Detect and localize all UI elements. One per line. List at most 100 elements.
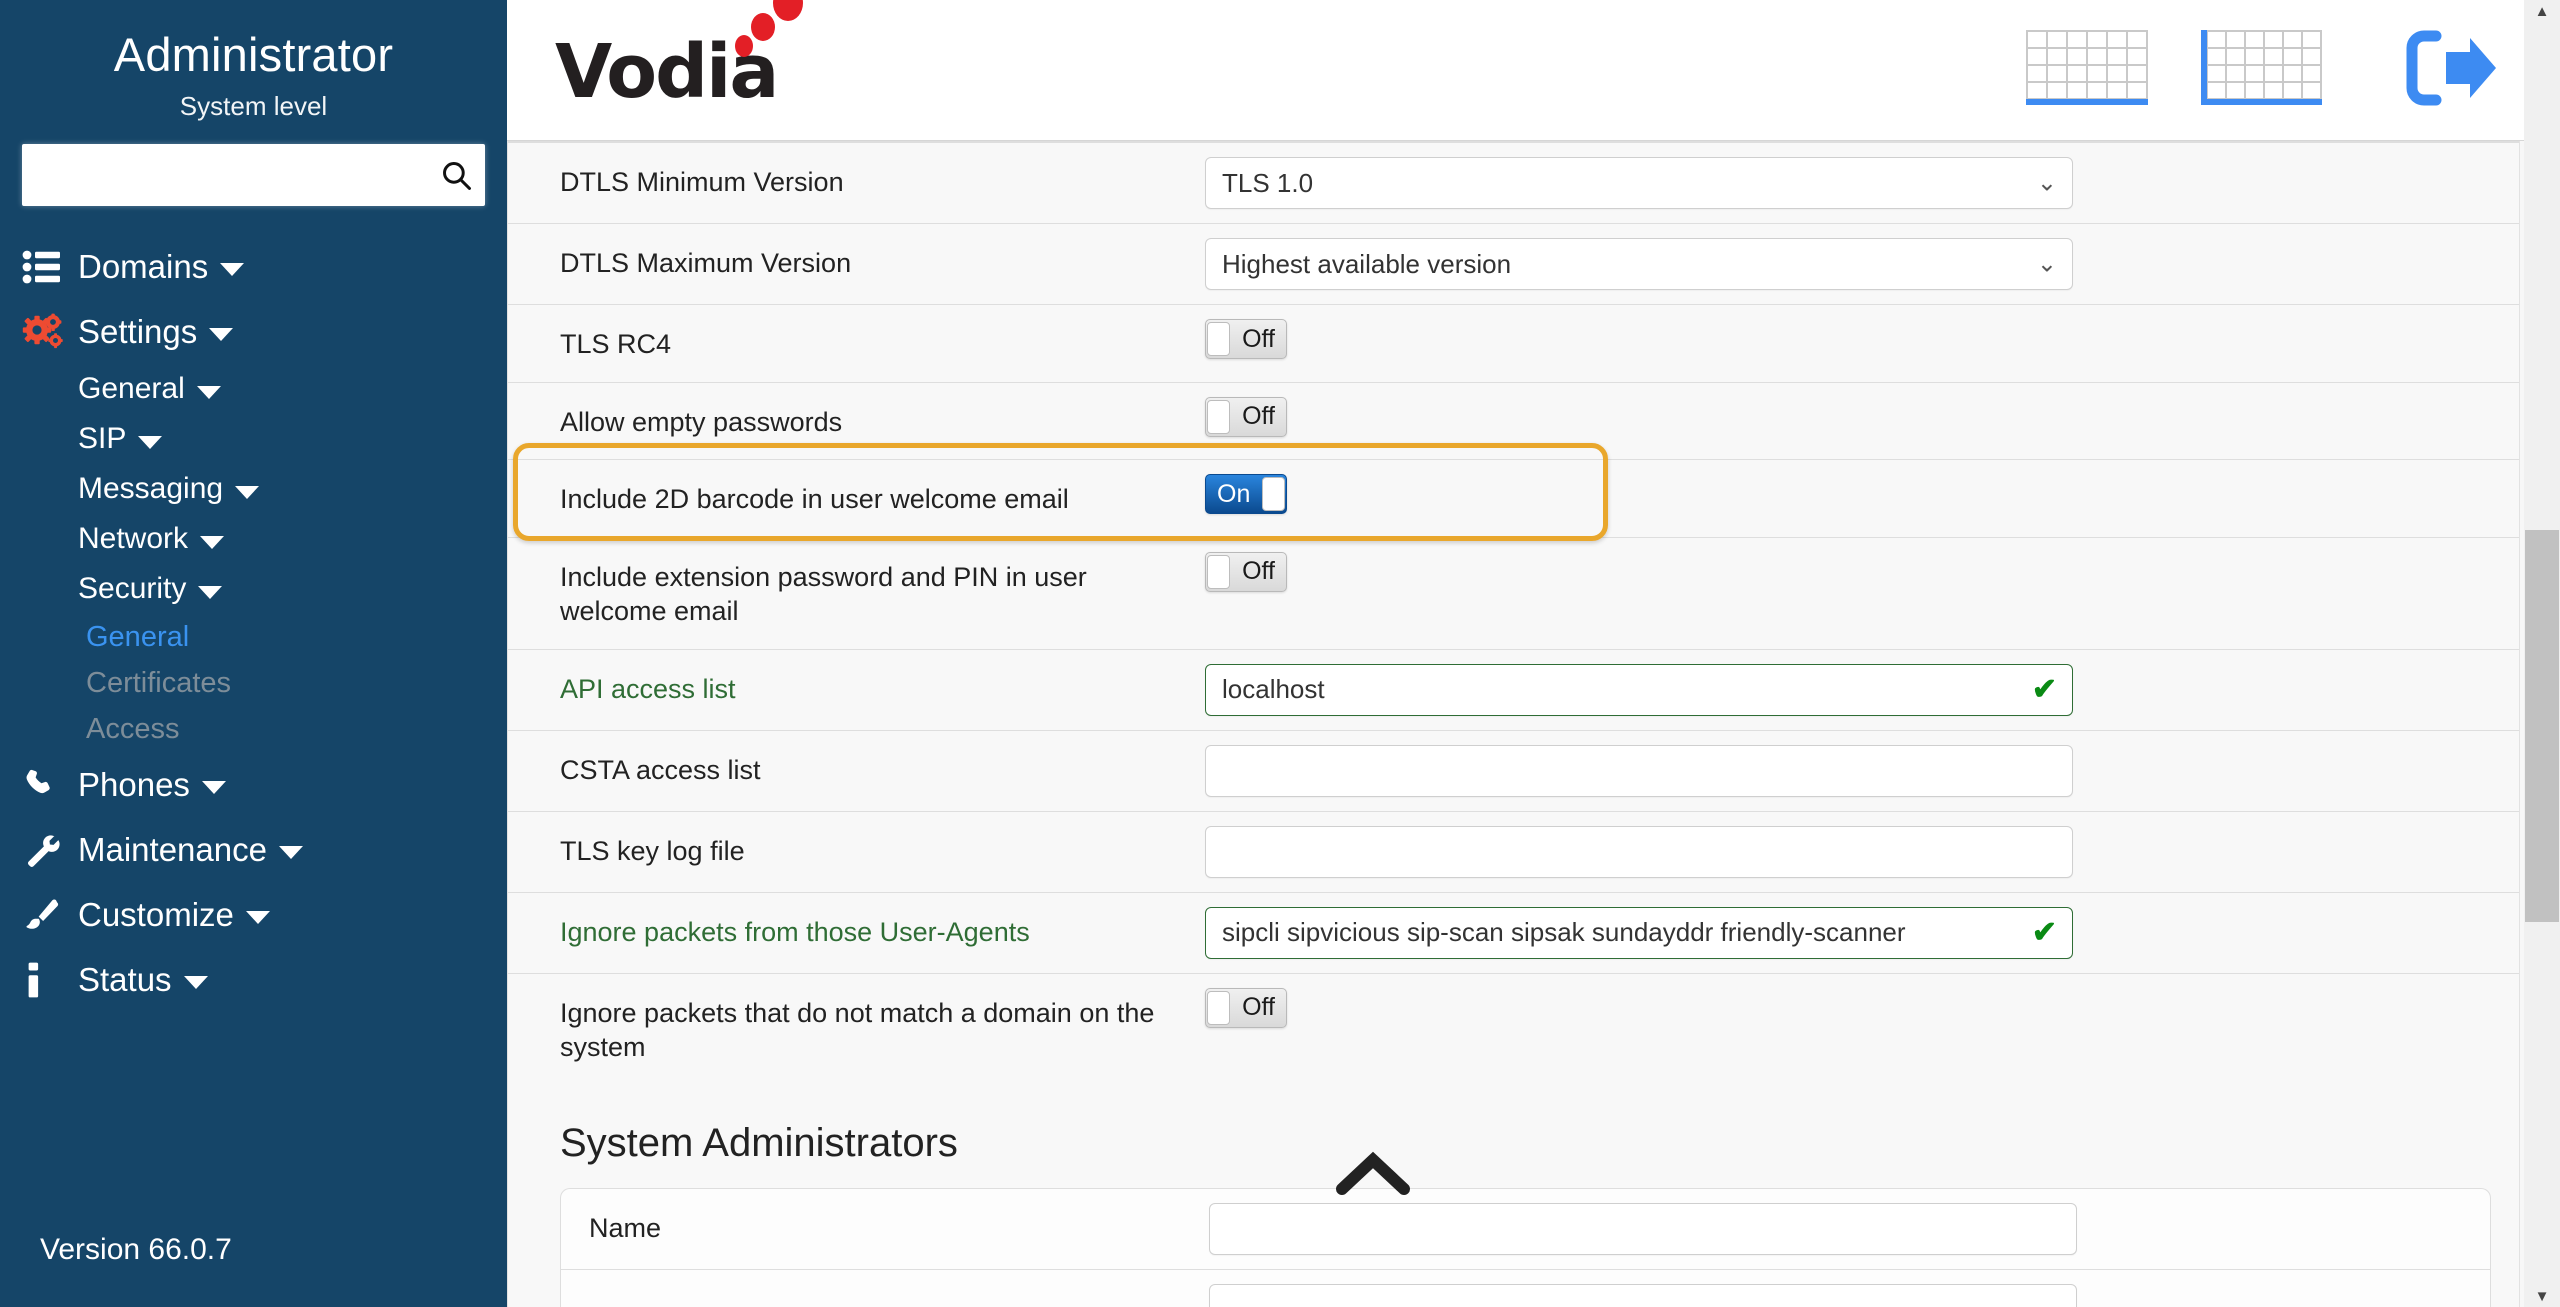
sidebar-title: Administrator <box>113 28 394 81</box>
include-2d-barcode-toggle[interactable]: On <box>1205 474 1287 515</box>
sidebar-item-messaging[interactable]: Messaging <box>0 464 507 514</box>
scrollbar-thumb[interactable] <box>2525 530 2559 922</box>
system-administrators-card: Name <box>560 1187 2491 1307</box>
table-grid-bottom-icon[interactable] <box>2026 29 2148 111</box>
row-label: Name <box>589 1212 662 1243</box>
row-label: DTLS Minimum Version <box>560 167 844 197</box>
chevron-down-icon <box>201 781 226 795</box>
sidebar-maintenance-label: Maintenance <box>78 830 267 868</box>
api-access-list-input[interactable] <box>1205 663 2073 716</box>
dtls-max-version-select-wrap[interactable]: Highest available version ⌄ <box>1205 238 2073 290</box>
table-row: CSTA access list <box>508 729 2519 811</box>
table-row: TLS RC4 Off <box>508 304 2519 382</box>
csta-access-list-wrap <box>1205 744 2073 797</box>
brush-icon <box>22 896 78 934</box>
section-title-system-administrators: System Administrators <box>560 1120 958 1165</box>
sidebar-sub-label: Network <box>78 522 225 556</box>
topbar-icons <box>2026 28 2502 113</box>
admin-next-wrap <box>1209 1283 2077 1307</box>
chevron-down-icon <box>209 328 234 342</box>
table-row: DTLS Maximum Version Highest available v… <box>508 223 2519 304</box>
include-ext-password-toggle[interactable]: Off <box>1205 551 1287 592</box>
sidebar-sub-label: SIP <box>78 422 163 456</box>
sidebar-item-maintenance[interactable]: Maintenance <box>0 817 507 882</box>
chevron-down-icon <box>245 911 270 925</box>
wrench-icon <box>22 831 78 869</box>
sidebar-item-label: Domains <box>78 248 245 286</box>
table-row <box>561 1268 2490 1307</box>
chevron-up-icon[interactable] <box>1336 1149 1410 1199</box>
row-control: Off <box>1205 383 2073 451</box>
allow-empty-passwords-toggle[interactable]: Off <box>1205 396 1287 437</box>
sidebar-general-label: General <box>78 372 185 406</box>
row-control: Off <box>1205 974 2073 1042</box>
sidebar-item-status[interactable]: Status <box>0 947 507 1012</box>
check-icon: ✔ <box>2031 672 2057 706</box>
scroll-up-arrow-icon[interactable]: ▲ <box>2524 0 2560 22</box>
sidebar-status-label: Status <box>78 960 172 998</box>
topbar: Vodia <box>507 0 2560 141</box>
sidebar-item-phones[interactable]: Phones <box>0 752 507 817</box>
tls-key-log-file-input[interactable] <box>1205 825 2073 878</box>
row-control: Off <box>1205 538 2073 606</box>
logout-icon[interactable] <box>2402 28 2502 113</box>
settings-sheet: DTLS Minimum Version TLS 1.0 ⌄ DTLS Maxi… <box>507 141 2520 1307</box>
sidebar-subtitle: System level <box>179 91 328 122</box>
sidebar-item-general[interactable]: General <box>0 364 507 414</box>
sidebar-item-security-access[interactable]: Access <box>0 706 507 752</box>
sidebar-customize-label: Customize <box>78 895 234 933</box>
sidebar-security-label: Security <box>78 572 187 606</box>
dtls-min-version-select[interactable]: TLS 1.0 <box>1205 157 2073 209</box>
chevron-down-icon <box>196 385 221 399</box>
table-row: Include extension password and PIN in us… <box>508 536 2519 649</box>
sidebar-item-network[interactable]: Network <box>0 514 507 564</box>
table-row: Name <box>561 1189 2490 1269</box>
admin-name-input[interactable] <box>1209 1202 2077 1255</box>
sidebar-item-domains[interactable]: Domains <box>0 234 507 299</box>
table-grid-axes-icon[interactable] <box>2200 29 2322 111</box>
app-root: Administrator System level Domains Setti… <box>0 0 2560 1307</box>
chevron-down-icon <box>183 976 208 990</box>
settings-content: DTLS Minimum Version TLS 1.0 ⌄ DTLS Maxi… <box>507 141 2560 1307</box>
toggle-knob <box>1262 477 1285 512</box>
row-control: Off <box>1205 305 2073 373</box>
sidebar-item-sip[interactable]: SIP <box>0 414 507 464</box>
sidebar-search[interactable] <box>22 144 485 207</box>
scroll-down-arrow-icon[interactable]: ▼ <box>2524 1285 2560 1307</box>
row-label: Include 2D barcode in user welcome email <box>560 484 1069 515</box>
ignore-unmatched-domain-toggle[interactable]: Off <box>1205 987 1287 1028</box>
admin-name-wrap <box>1209 1202 2077 1255</box>
sidebar-item-customize[interactable]: Customize <box>0 882 507 947</box>
sidebar-item-label: Settings <box>78 313 234 351</box>
csta-access-list-input[interactable] <box>1205 744 2073 797</box>
sidebar-item-security-certificates[interactable]: Certificates <box>0 660 507 706</box>
sidebar-item-settings[interactable]: Settings <box>0 299 507 364</box>
dtls-min-version-select-wrap[interactable]: TLS 1.0 ⌄ <box>1205 157 2073 209</box>
chevron-down-icon <box>198 585 223 599</box>
api-access-list-wrap: ✔ <box>1205 663 2073 716</box>
tls-rc4-toggle[interactable]: Off <box>1205 319 1287 359</box>
admin-next-input[interactable] <box>1209 1283 2077 1307</box>
ignore-user-agents-input[interactable] <box>1205 906 2073 959</box>
sidebar-sub-label: General <box>78 372 221 406</box>
row-label: Ignore packets from those User-Agents <box>560 916 1030 947</box>
row-control: TLS 1.0 ⌄ <box>1205 143 2073 223</box>
chevron-down-icon <box>138 435 163 449</box>
toggle-label: Off <box>1242 557 1275 586</box>
row-label: Include extension password and PIN in us… <box>560 561 1087 627</box>
toggle-knob <box>1207 990 1230 1025</box>
search-input[interactable] <box>22 144 485 207</box>
info-icon <box>22 961 78 999</box>
dtls-max-version-select[interactable]: Highest available version <box>1205 238 2073 290</box>
row-control <box>1205 812 2073 892</box>
sidebar-item-label: Customize <box>78 896 270 934</box>
vertical-scrollbar[interactable]: ▲ ▼ <box>2524 0 2560 1307</box>
sidebar-item-label: Status <box>78 961 208 999</box>
toggle-knob <box>1207 322 1230 356</box>
sidebar: Administrator System level Domains Setti… <box>0 0 507 1307</box>
row-control <box>1205 731 2073 811</box>
tls-key-log-file-wrap <box>1205 825 2073 878</box>
table-row-highlighted: Include 2D barcode in user welcome email… <box>508 459 2519 537</box>
sidebar-item-security-general[interactable]: General <box>0 614 507 660</box>
sidebar-item-security[interactable]: Security <box>0 564 507 614</box>
